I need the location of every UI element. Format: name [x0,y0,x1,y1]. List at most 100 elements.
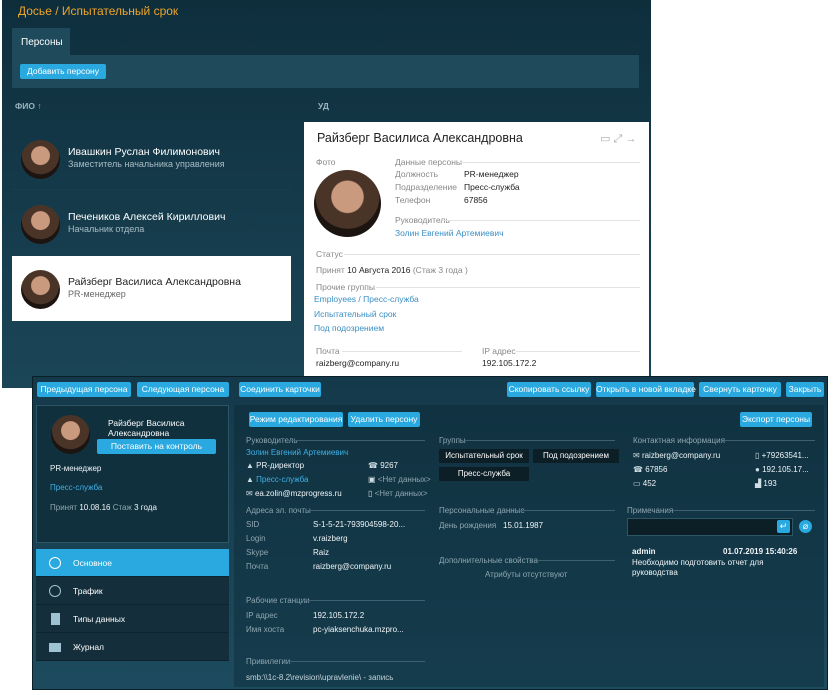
contact-section-label: Контактная информация [633,436,725,445]
column-header-ud[interactable]: УД [318,101,329,111]
manager-dept-row[interactable]: ▲ Пресс-служба [246,475,309,484]
edit-mode-button[interactable]: Режим редактирования [249,412,343,427]
host-label: Имя хоста [246,625,285,634]
globe-icon [49,585,61,597]
no-data: <Нет данных> [377,475,431,484]
contact-email: raizberg@company.ru [641,451,721,460]
groups-label: Прочие группы [316,282,375,292]
person-row-selected[interactable]: Райзберг Василиса Александровна PR-менед… [12,256,291,321]
contact-mobile-row: ▯ +79263541... [755,451,809,460]
avatar [51,415,90,454]
note-input[interactable] [627,518,793,536]
login-label: Login [246,534,266,543]
profile-dept[interactable]: Пресс-служба [50,483,102,492]
manager-phone: 9267 [380,461,398,470]
person-row[interactable]: Печеников Алексей Кириллович Начальник о… [12,191,291,255]
dept-value: Пресс-служба [464,182,520,192]
manager-link[interactable]: Золин Евгений Артемиевич [246,448,348,457]
nav-main[interactable]: Основное [36,549,229,577]
email-icon: ✉ [633,451,642,460]
manager-email: ea.zolin@mzprogress.ru [254,489,342,498]
avatar [21,140,60,179]
person-row[interactable]: Ивашкин Руслан Филимонович Заместитель н… [12,126,291,190]
divider [673,510,815,511]
manager-dept: Пресс-служба [256,475,309,484]
tab-persons[interactable]: Персоны [12,28,70,55]
no-data-row: ▯ <Нет данных> [368,489,428,498]
group-tag[interactable]: Пресс-служба [439,467,529,481]
ip-value: 192.105.172.2 [313,611,365,620]
add-person-button[interactable]: Добавить персону [20,64,106,79]
mobile-icon: ▯ [368,489,375,498]
next-person-button[interactable]: Следующая персона [137,382,229,397]
divider [289,661,425,662]
contact-ip-row: ● 192.105.17... [755,465,809,474]
group-icon: ▲ [246,475,257,484]
divider [287,440,425,441]
contact-phone: 67856 [645,465,668,474]
export-person-button[interactable]: Экспорт персоны [740,412,812,427]
add-control-button[interactable]: Поставить на контроль [97,439,216,454]
position-value: PR-менеджер [464,169,519,179]
ip-label: IP адрес [482,346,516,356]
birth-label: День рождения [439,521,497,530]
avatar [21,205,60,244]
group-tag[interactable]: Под подозрением [533,449,619,463]
contact-building: 193 [763,479,777,488]
breadcrumb: Досье / Испытательный срок [18,4,179,18]
status-label: Статус [316,249,343,259]
note-text: Необходимо подготовить отчет для руковод… [632,558,764,577]
group-link[interactable]: Employees / Пресс-служба [314,294,419,304]
person-circle-icon [49,557,61,569]
login-value: v.raizberg [313,534,348,543]
ip-label: IP адрес [246,611,278,620]
nav-label: Типы данных [73,614,126,624]
toolbar: Добавить персону [12,55,639,88]
column-header-fio[interactable]: ФИО ↑ [15,101,42,111]
divider [301,600,425,601]
nav-journal[interactable]: Журнал [36,633,229,661]
collapse-card-button[interactable]: Свернуть карточку [699,382,781,397]
group-tag[interactable]: Испытательный срок [439,449,529,463]
photo-label: Фото [316,157,336,167]
manager-phone-row: ☎ 9267 [368,461,398,470]
ip-value: 192.105.172.2 [482,358,537,368]
attach-icon[interactable]: ⌀ [799,520,812,533]
data-label: Данные персоны [395,157,463,167]
contact-email-row: ✉ raizberg@company.ru [633,451,720,460]
divider [517,510,615,511]
phone-icon: ☎ [368,461,381,470]
nav-traffic[interactable]: Трафик [36,577,229,605]
person-card: Райзберг Василиса Александровна ▭ ⤢ → Фо… [304,122,649,388]
open-new-tab-button[interactable]: Открыть в новой вкладке [596,382,696,397]
nav-data-types[interactable]: Типы данных [36,605,229,633]
group-link[interactable]: Под подозрением [314,323,384,333]
host-value: pc-yiaksenchuka.mzpro... [313,625,404,634]
manager-link[interactable]: Золин Евгений Артемиевич [395,228,504,238]
prev-person-button[interactable]: Предыдущая персона [37,382,131,397]
comment-icon[interactable]: ▭ [600,133,610,145]
personal-section-label: Персональные данные [439,506,525,515]
link-cards-button[interactable]: Соединить карточки [239,382,321,397]
hired-value: 10 Августа 2016 [347,265,411,275]
expand-icon[interactable]: ⤢ [613,133,622,145]
document-icon [51,613,60,625]
skype-value: Raiz [313,548,330,557]
person-name: Ивашкин Руслан Филимонович [68,146,220,158]
card-title: Райзберг Василиса Александровна [317,131,523,145]
nav-label: Трафик [73,586,103,596]
mail-section-label: Адреса эл. почты [246,506,311,515]
tenure-value: (Стаж 3 года ) [412,265,468,275]
hired-label: Принят [50,503,78,512]
send-note-icon[interactable]: ↵ [777,520,790,533]
mail-label: Почта [246,562,269,571]
no-attributes-text: Атрибуты отсутствуют [485,570,568,579]
privileges-section-label: Привилегии [246,657,291,666]
phone-value: 67856 [464,195,488,205]
copy-link-button[interactable]: Скопировать ссылку [507,382,591,397]
close-button[interactable]: Закрыть [786,382,824,397]
arrow-right-icon[interactable]: → [625,133,636,145]
delete-person-button[interactable]: Удалить персону [348,412,420,427]
group-link[interactable]: Испытательный срок [314,309,396,319]
phone-icon: ☎ [633,465,646,474]
